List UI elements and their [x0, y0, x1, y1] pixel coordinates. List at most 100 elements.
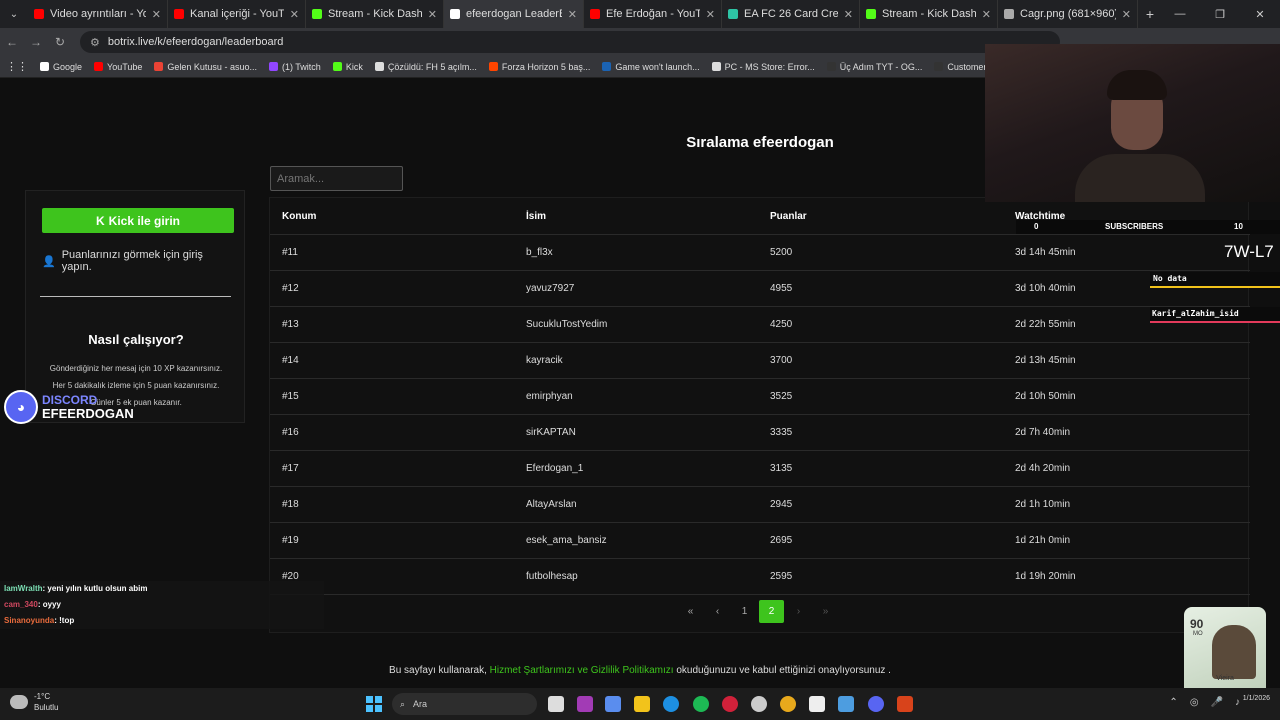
obs-icon[interactable]: [897, 696, 913, 712]
bookmark-item[interactable]: Çözüldü: FH 5 açılm...: [369, 62, 483, 72]
steam-tray-icon[interactable]: ◎: [1190, 697, 1199, 708]
bookmark-item[interactable]: Google: [34, 62, 88, 72]
subs-right: 10: [1234, 222, 1243, 231]
app-icon[interactable]: [838, 696, 854, 712]
bookmark-item[interactable]: Üç Adım TYT - OG...: [821, 62, 929, 72]
tab-close-icon[interactable]: ✕: [568, 8, 577, 21]
table-row: #12 yavuz7927 4955 3d 10h 40min: [270, 271, 1250, 307]
table-row: #17 Eferdogan_1 3135 2d 4h 20min: [270, 451, 1250, 487]
bookmark-item[interactable]: (1) Twitch: [263, 62, 327, 72]
minimize-icon[interactable]: —: [1160, 0, 1200, 28]
cell-points: 4250: [770, 319, 793, 330]
cell-watchtime: 1d 19h 20min: [1015, 571, 1076, 582]
opera-icon[interactable]: [722, 696, 738, 712]
cell-name: kayracik: [526, 355, 563, 366]
bookmark-item[interactable]: Kick: [327, 62, 369, 72]
windows-start-icon[interactable]: [366, 696, 382, 712]
copilot-icon[interactable]: [605, 696, 621, 712]
cell-rank: #11: [282, 247, 298, 258]
windows-taskbar: -1°C Bulutlu ⌕ Ara ⌃ ◎ 🎤 ♪ 1/1/2026: [0, 688, 1280, 720]
clock[interactable]: 1/1/2026: [1243, 694, 1270, 704]
kick-login-button[interactable]: K Kick ile girin: [42, 208, 234, 233]
bookmark-item[interactable]: Gelen Kutusu - asuo...: [148, 62, 263, 72]
bookmark-item[interactable]: Forza Horizon 5 baş...: [483, 62, 597, 72]
cell-rank: #12: [282, 283, 299, 294]
next-page-button[interactable]: ›: [786, 600, 811, 623]
bookmark-favicon-icon: [332, 62, 342, 71]
divider: [40, 296, 231, 297]
webcam-person-hair: [1107, 70, 1167, 100]
cell-points: 2695: [770, 535, 793, 546]
tab-close-icon[interactable]: ✕: [982, 8, 991, 21]
last-page-button[interactable]: »: [813, 600, 838, 623]
browser-tab[interactable]: efeerdogan LeaderBoard ✕: [444, 0, 584, 28]
browser-tab[interactable]: Cagr.png (681×960) ✕: [998, 0, 1138, 28]
reload-icon[interactable]: ↻: [48, 35, 72, 49]
tab-close-icon[interactable]: ✕: [1122, 8, 1131, 21]
bookmark-favicon-icon: [94, 62, 104, 71]
table-row: #20 futbolhesap 2595 1d 19h 20min: [270, 559, 1250, 595]
weather-widget[interactable]: -1°C Bulutlu: [10, 691, 58, 713]
steam-icon[interactable]: [751, 696, 767, 712]
edge-icon[interactable]: [663, 696, 679, 712]
footer-prefix: Bu sayfayı kullanarak,: [389, 665, 490, 676]
browser-tab[interactable]: Video ayrıntıları - YouTube ✕: [28, 0, 168, 28]
app-icon[interactable]: [809, 696, 825, 712]
login-note: 👤 Puanlarınızı görmek için giriş yapın.: [42, 249, 234, 273]
cell-name: esek_ama_bansiz: [526, 535, 607, 546]
forward-icon[interactable]: →: [24, 35, 48, 49]
page-2-button[interactable]: 2: [759, 600, 784, 623]
browser-tab[interactable]: Stream - Kick Dashboard ✕: [306, 0, 444, 28]
bookmark-item[interactable]: YouTube: [88, 62, 148, 72]
browser-tab[interactable]: Stream - Kick Dashboard ✕: [860, 0, 998, 28]
restore-icon[interactable]: ❐: [1200, 0, 1240, 28]
tab-search-icon[interactable]: ⌄: [0, 0, 28, 28]
taskbar-search[interactable]: ⌕ Ara: [392, 693, 537, 715]
tab-close-icon[interactable]: ✕: [290, 8, 299, 21]
task-view-icon[interactable]: [548, 696, 564, 712]
card-player-image: [1212, 625, 1256, 679]
back-icon[interactable]: ←: [0, 35, 24, 49]
webcam-person-body: [1075, 154, 1205, 202]
search-input[interactable]: [270, 166, 403, 191]
mic-icon[interactable]: 🎤: [1211, 697, 1223, 708]
bookmark-item[interactable]: PC - MS Store: Error...: [706, 62, 821, 72]
tab-close-icon[interactable]: ✕: [706, 8, 715, 21]
bookmark-item[interactable]: Game won't launch...: [596, 62, 705, 72]
cell-name: b_fl3x: [526, 247, 553, 258]
file-explorer-icon[interactable]: [634, 696, 650, 712]
first-page-button[interactable]: «: [678, 600, 703, 623]
spotify-icon[interactable]: [693, 696, 709, 712]
user-icon: 👤: [42, 255, 56, 268]
site-info-icon[interactable]: ⚙: [90, 36, 100, 49]
cell-rank: #14: [282, 355, 299, 366]
apps-icon[interactable]: ⋮⋮: [0, 60, 34, 73]
volume-icon[interactable]: ♪: [1235, 697, 1240, 708]
browser-tab[interactable]: Efe Erdoğan - YouTube ✕: [584, 0, 722, 28]
vs-icon[interactable]: [577, 696, 593, 712]
tab-close-icon[interactable]: ✕: [428, 8, 437, 21]
cell-rank: #13: [282, 319, 299, 330]
tab-close-icon[interactable]: ✕: [152, 8, 161, 21]
chrome-icon[interactable]: [780, 696, 796, 712]
browser-tab[interactable]: EA FC 26 Card Creator | G ✕: [722, 0, 860, 28]
follower-overlay: Karif_alZahim_isid: [1150, 307, 1280, 323]
tab-close-icon[interactable]: ✕: [844, 8, 853, 21]
prev-page-button[interactable]: ‹: [705, 600, 730, 623]
cell-points: 3135: [770, 463, 793, 474]
browser-tab[interactable]: Kanal içeriği - YouTube St ✕: [168, 0, 306, 28]
url-field[interactable]: ⚙ botrix.live/k/efeerdogan/leaderboard: [80, 31, 1060, 53]
terms-link[interactable]: Hizmet Şartlarımızı ve Gizlilik Politika…: [490, 665, 674, 676]
card-rating: 90: [1190, 617, 1204, 631]
cloud-icon: [10, 695, 28, 709]
discord-taskbar-icon[interactable]: [868, 696, 884, 712]
subscribers-overlay: 0 SUBSCRIBERS 10: [1016, 220, 1280, 234]
subs-left: 0: [1034, 222, 1039, 231]
new-tab-button[interactable]: +: [1138, 6, 1162, 22]
tray-chevron-icon[interactable]: ⌃: [1169, 697, 1177, 708]
cell-name: sirKAPTAN: [526, 427, 576, 438]
close-window-icon[interactable]: ✕: [1240, 0, 1280, 28]
page-1-button[interactable]: 1: [732, 600, 757, 623]
bookmark-label: Üç Adım TYT - OG...: [839, 61, 923, 72]
table-row: #16 sirKAPTAN 3335 2d 7h 40min: [270, 415, 1250, 451]
